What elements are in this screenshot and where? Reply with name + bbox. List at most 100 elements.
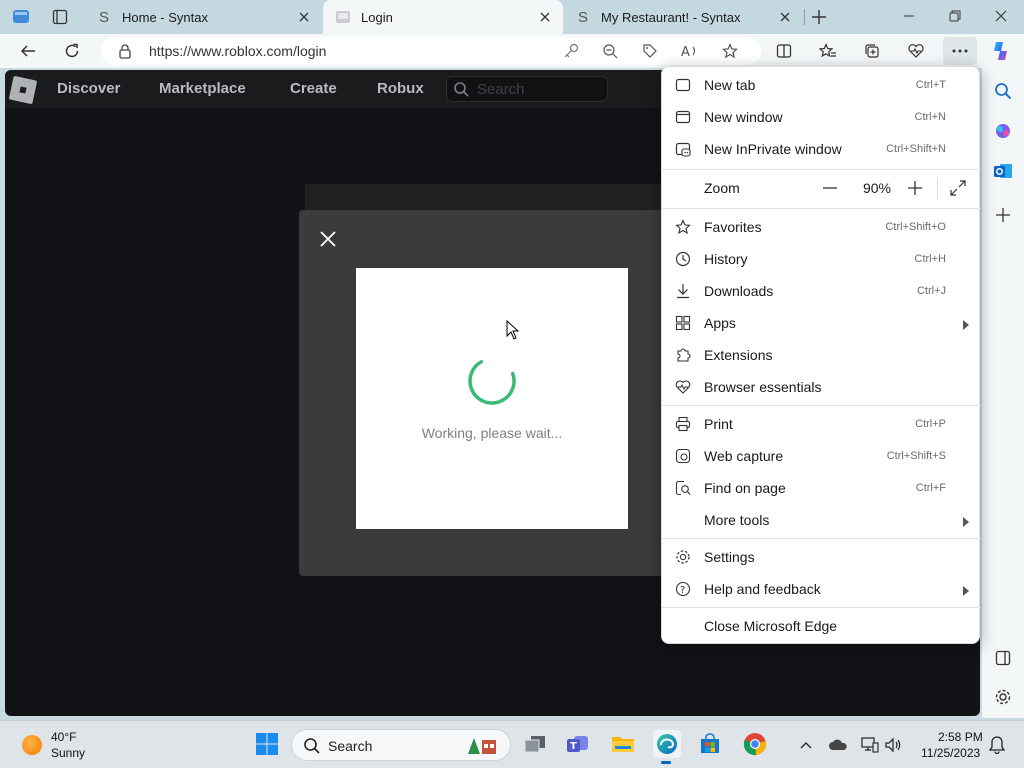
- tab-my-restaurant[interactable]: S My Restaurant! - Syntax: [563, 0, 803, 34]
- menu-item-new-tab[interactable]: New tab Ctrl+T: [662, 69, 981, 101]
- nav-robux[interactable]: Robux: [377, 80, 424, 97]
- back-button[interactable]: [14, 37, 42, 65]
- weather-condition[interactable]: Sunny: [51, 746, 85, 760]
- tab-home-syntax[interactable]: S Home - Syntax: [84, 0, 322, 34]
- tab-login[interactable]: Login: [323, 0, 563, 34]
- browser-essentials-icon[interactable]: [904, 39, 928, 63]
- add-sidebar-app-icon[interactable]: [992, 204, 1014, 226]
- menu-label: Close Microsoft Edge: [704, 618, 838, 634]
- collections-icon[interactable]: [860, 39, 884, 63]
- menu-item-zoom: Zoom 90%: [662, 172, 981, 204]
- file-explorer-icon[interactable]: [610, 731, 636, 757]
- chrome-icon[interactable]: [742, 731, 768, 757]
- task-view-icon[interactable]: [522, 731, 548, 757]
- lock-icon[interactable]: [115, 41, 135, 61]
- menu-item-web-capture[interactable]: Web capture Ctrl+Shift+S: [662, 440, 981, 472]
- nav-create[interactable]: Create: [290, 80, 337, 97]
- zoom-out-icon[interactable]: [600, 41, 620, 61]
- sidebar-settings-gear-icon[interactable]: [992, 686, 1014, 708]
- close-tab-icon[interactable]: [775, 7, 795, 27]
- favorites-icon[interactable]: [816, 39, 840, 63]
- hide-sidebar-icon[interactable]: [992, 647, 1014, 669]
- new-tab-plus-icon[interactable]: [808, 6, 830, 28]
- menu-item-extensions[interactable]: Extensions: [662, 339, 981, 371]
- edge-taskbar-icon[interactable]: [653, 730, 681, 764]
- start-windows-icon[interactable]: [254, 731, 280, 757]
- search-icon[interactable]: [992, 80, 1014, 102]
- menu-label: Zoom: [704, 180, 740, 196]
- menu-shortcut: Ctrl+Shift+N: [886, 143, 946, 155]
- display-network-icon[interactable]: [860, 735, 880, 755]
- menu-item-more-tools[interactable]: More tools: [662, 504, 981, 536]
- svg-text:T: T: [570, 741, 577, 752]
- show-hidden-icons-chevron-up-icon[interactable]: [796, 735, 816, 755]
- zoom-in-plus-icon[interactable]: [903, 178, 927, 198]
- split-screen-icon[interactable]: [772, 39, 796, 63]
- settings-and-more-button[interactable]: [943, 37, 977, 65]
- menu-item-find-on-page[interactable]: Find on page Ctrl+F: [662, 472, 981, 504]
- menu-item-apps[interactable]: Apps: [662, 307, 981, 339]
- menu-item-close-edge[interactable]: Close Microsoft Edge: [662, 610, 981, 642]
- refresh-button[interactable]: [58, 37, 86, 65]
- speaker-volume-icon[interactable]: [884, 735, 904, 755]
- menu-item-downloads[interactable]: Downloads Ctrl+J: [662, 275, 981, 307]
- taskbar-search[interactable]: Search: [291, 729, 511, 761]
- mouse-cursor-icon: [506, 320, 520, 340]
- favorite-star-icon[interactable]: [720, 41, 740, 61]
- workspaces-icon[interactable]: [10, 6, 32, 28]
- outlook-icon[interactable]: [992, 160, 1014, 182]
- clock-date[interactable]: 11/25/2023: [921, 746, 980, 760]
- chevron-right-icon: [963, 515, 969, 530]
- sun-weather-icon[interactable]: [22, 735, 42, 755]
- minimize-button[interactable]: [886, 0, 932, 32]
- menu-item-favorites[interactable]: Favorites Ctrl+Shift+O: [662, 211, 981, 243]
- browser-toolbar: https://www.roblox.com/login A: [0, 34, 1024, 68]
- printer-icon: [674, 415, 692, 433]
- teams-icon[interactable]: T: [565, 731, 591, 757]
- close-icon[interactable]: [315, 226, 341, 252]
- copilot-sidebar-icon[interactable]: [992, 120, 1014, 142]
- restore-button[interactable]: [932, 0, 978, 32]
- menu-item-help-and-feedback[interactable]: ? Help and feedback: [662, 573, 981, 605]
- microsoft-store-icon[interactable]: [697, 731, 723, 757]
- new-window-icon: [674, 108, 692, 126]
- captcha-modal: Working, please wait...: [299, 210, 699, 576]
- fullscreen-icon[interactable]: [946, 178, 970, 198]
- tag-icon[interactable]: [640, 41, 660, 61]
- menu-label: History: [704, 251, 748, 267]
- close-tab-icon[interactable]: [535, 7, 555, 27]
- weather-temperature[interactable]: 40°F: [51, 730, 76, 744]
- nav-discover[interactable]: Discover: [57, 80, 120, 97]
- menu-shortcut: Ctrl+F: [915, 482, 946, 494]
- url-text[interactable]: https://www.roblox.com/login: [149, 43, 326, 59]
- close-window-button[interactable]: [978, 0, 1024, 32]
- notification-bell-icon[interactable]: [987, 735, 1007, 755]
- roblox-logo[interactable]: [8, 75, 38, 105]
- zoom-out-minus-icon[interactable]: [818, 178, 842, 198]
- tab-actions-icon[interactable]: [49, 6, 71, 28]
- clock-time[interactable]: 2:58 PM: [938, 730, 983, 744]
- tab-title: Login: [361, 9, 393, 25]
- menu-label: Web capture: [704, 448, 784, 464]
- menu-separator: [662, 607, 981, 608]
- password-key-icon[interactable]: [561, 41, 581, 61]
- chevron-right-icon: [963, 318, 969, 333]
- onedrive-cloud-icon[interactable]: [828, 735, 848, 755]
- search-icon: [303, 737, 321, 758]
- menu-item-new-window[interactable]: New window Ctrl+N: [662, 101, 981, 133]
- web-capture-icon: [674, 447, 692, 465]
- close-tab-icon[interactable]: [294, 7, 314, 27]
- nav-marketplace[interactable]: Marketplace: [159, 80, 246, 97]
- search-icon: [453, 81, 469, 100]
- menu-item-settings[interactable]: Settings: [662, 541, 981, 573]
- captcha-frame[interactable]: Working, please wait...: [356, 268, 628, 529]
- address-bar[interactable]: https://www.roblox.com/login A: [101, 37, 761, 65]
- roblox-search-input[interactable]: Search: [446, 76, 608, 102]
- tab-title: My Restaurant! - Syntax: [601, 9, 741, 25]
- menu-item-browser-essentials[interactable]: Browser essentials: [662, 371, 981, 403]
- menu-item-print[interactable]: Print Ctrl+P: [662, 408, 981, 440]
- menu-item-history[interactable]: History Ctrl+H: [662, 243, 981, 275]
- copilot-icon[interactable]: [989, 39, 1013, 63]
- menu-item-new-inprivate-window[interactable]: New InPrivate window Ctrl+Shift+N: [662, 133, 981, 165]
- read-aloud-icon[interactable]: A: [680, 41, 700, 61]
